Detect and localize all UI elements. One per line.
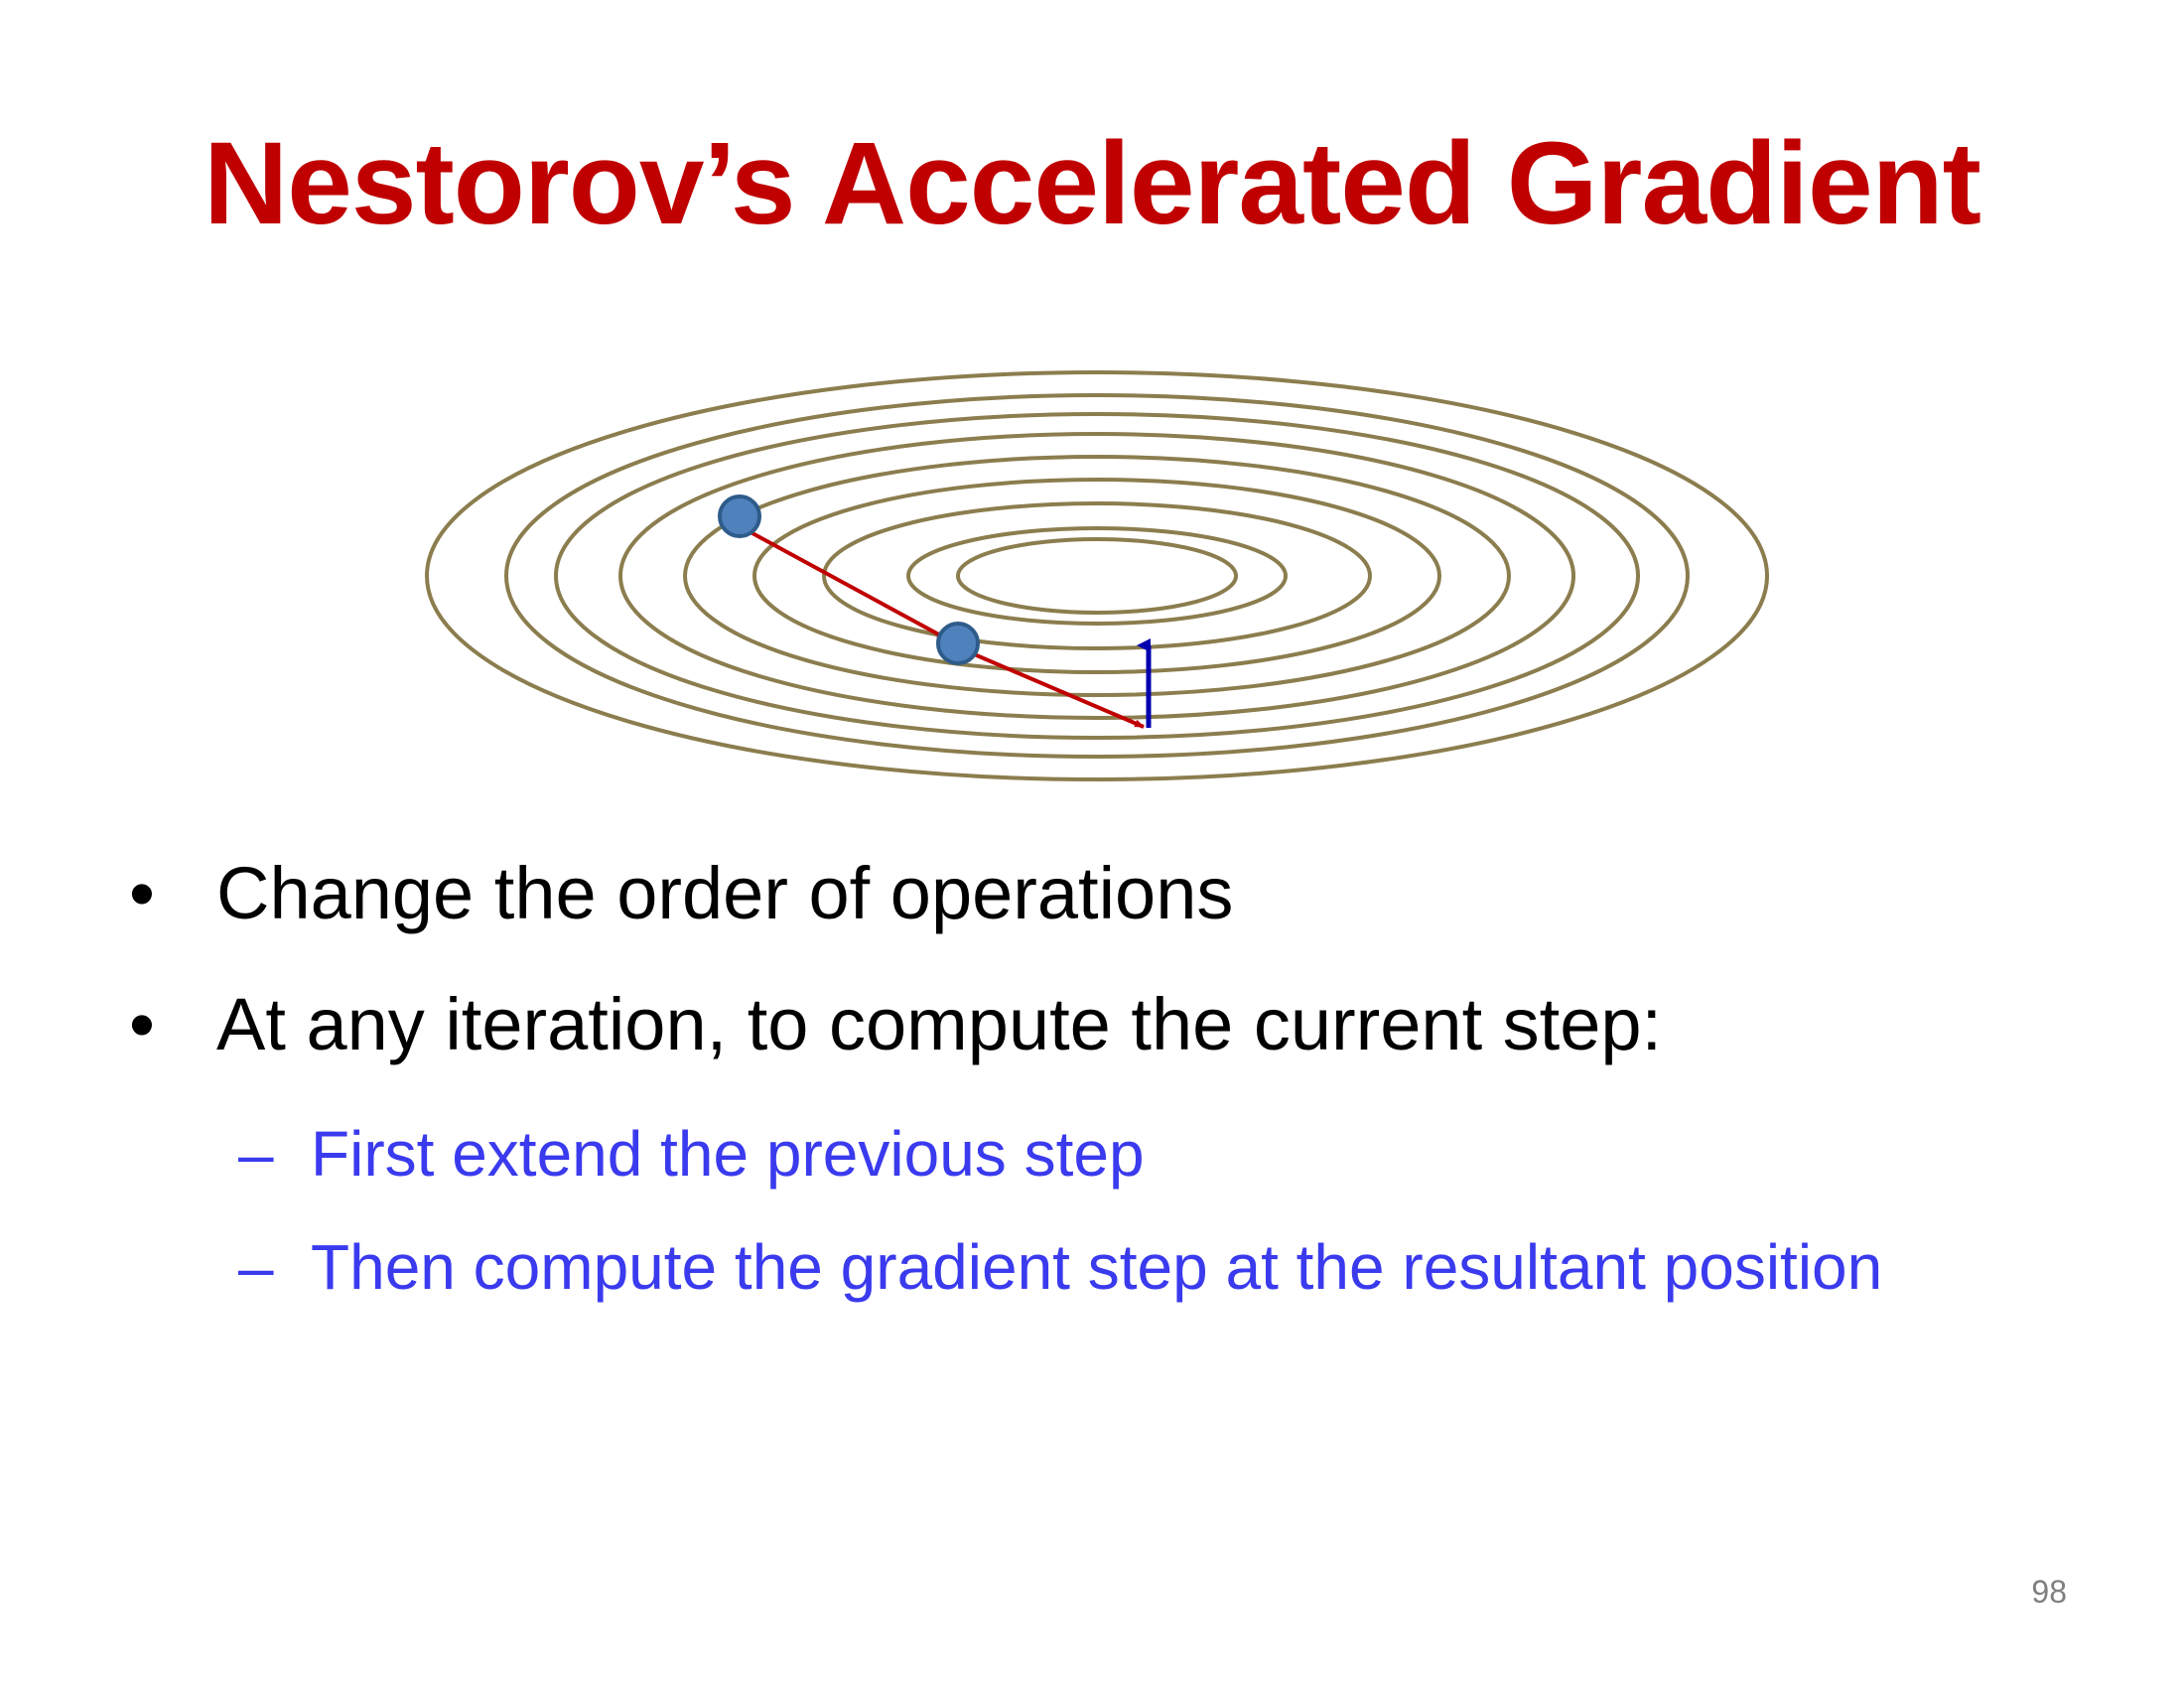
contour-ring-5 [683,455,1511,697]
contour-ring-4 [618,432,1575,720]
start-point [718,494,761,538]
sub-bullet-text: First extend the previous step [311,1118,1145,1190]
bullet-text: At any iteration, to compute the current… [216,983,1663,1065]
contour-diagram [397,348,1807,814]
bullet-item: • Change the order of operations [129,844,2065,943]
slide-title: Nestorov’s Accelerated Gradient [204,118,1981,249]
sub-bullet-marker: – [238,1118,274,1190]
momentum-step-arrow [739,524,947,640]
contour-ring-8 [906,526,1288,626]
sub-bullet-item: – First extend the previous step [129,1106,2065,1201]
sub-bullet-text: Then compute the gradient step at the re… [311,1231,1883,1303]
bullet-item: • At any iteration, to compute the curre… [129,975,2065,1074]
contour-ring-3 [554,412,1640,740]
slide: Nestorov’s Accelerated Gradient • Change… [0,0,2184,1688]
contour-ring-9 [956,537,1238,615]
page-number: 98 [2031,1574,2067,1610]
contour-lines [425,370,1769,781]
bullet-marker: • [129,852,155,934]
sub-bullet-item: – Then compute the gradient step at the … [129,1219,2065,1315]
intermediate-point [936,622,980,665]
contour-ring-7 [822,501,1372,650]
bullet-text: Change the order of operations [216,852,1234,934]
contour-ring-6 [752,478,1441,674]
bullet-list: • Change the order of operations • At an… [129,844,2065,1333]
contour-svg [425,370,1769,781]
bullet-marker: • [129,983,155,1065]
sub-bullet-marker: – [238,1231,274,1303]
